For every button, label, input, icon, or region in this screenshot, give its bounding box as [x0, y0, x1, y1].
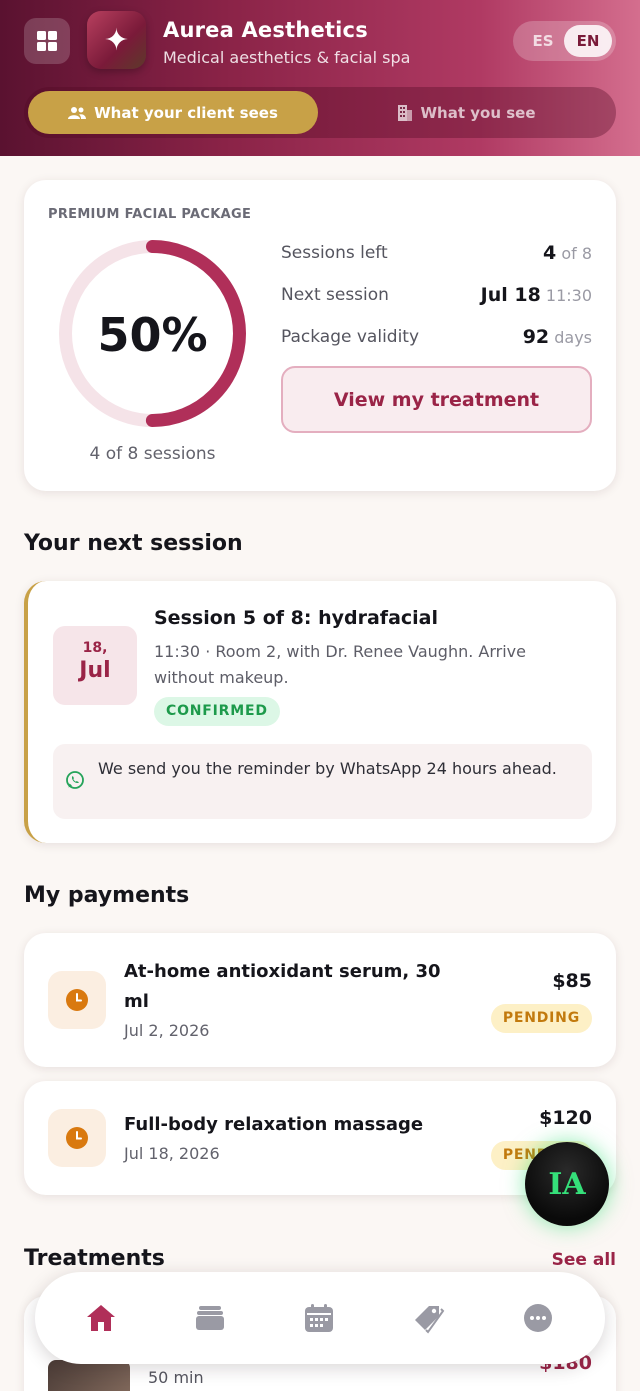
date-day: 18, [82, 640, 108, 656]
nav-home[interactable] [79, 1296, 123, 1340]
sparkle-icon: ✦ [103, 22, 130, 58]
clock-icon [66, 989, 88, 1011]
payments-title: My payments [24, 883, 190, 908]
menu-grid-button[interactable] [24, 18, 70, 64]
tags-icon [415, 1306, 445, 1334]
view-pro-tab[interactable]: What you see [320, 91, 612, 134]
validity-label: Package validity [281, 327, 420, 347]
next-session-label: Next session [281, 285, 389, 305]
payment-amount: $85 [552, 970, 592, 992]
date-box: 18, Jul [53, 626, 137, 705]
layers-icon [196, 1306, 224, 1330]
brand-title: Aurea Aesthetics [163, 18, 368, 42]
more-icon [524, 1304, 552, 1332]
next-session-value: Jul 18 11:30 [480, 284, 592, 306]
package-card: PREMIUM FACIAL PACKAGE 50% 4 of 8 sessio… [24, 180, 616, 491]
next-session-card[interactable]: 18, Jul Session 5 of 8: hydrafacial 11:3… [24, 581, 616, 843]
view-client-tab[interactable]: What your client sees [28, 91, 318, 134]
reminder-box: We send you the reminder by WhatsApp 24 … [53, 744, 592, 819]
language-toggle: ES EN [513, 21, 616, 61]
view-switch: What your client sees What you see [24, 87, 616, 138]
bottom-nav [35, 1272, 605, 1364]
see-all-link[interactable]: See all [552, 1250, 616, 1270]
brand-subtitle: Medical aesthetics & facial spa [163, 48, 411, 67]
view-treatment-button[interactable]: View my treatment [281, 366, 592, 433]
pending-clock-tile [48, 1109, 106, 1167]
treatment-duration: 50 min [148, 1368, 204, 1387]
progress-percent: 50% [97, 308, 208, 362]
payment-status-badge: PENDING [490, 1004, 592, 1033]
payment-date: Jul 18, 2026 [124, 1144, 220, 1163]
payment-title: Full-body relaxation massage [124, 1114, 424, 1135]
payment-date: Jul 2, 2026 [124, 1021, 210, 1040]
sessions-left-value: 4 of 8 [542, 242, 592, 264]
session-description: 11:30 · Room 2, with Dr. Renee Vaughn. A… [154, 642, 526, 687]
view-pro-label: What you see [420, 103, 536, 122]
treatment-thumbnail [48, 1360, 130, 1391]
status-badge: CONFIRMED [154, 697, 280, 726]
validity-value: 92 days [522, 326, 592, 348]
brand-logo: ✦ [87, 11, 146, 69]
payment-title: At-home antioxidant serum, 30 ml [124, 961, 441, 1012]
nav-more[interactable] [516, 1296, 560, 1340]
clock-icon [66, 1127, 88, 1149]
next-session-title: Your next session [24, 531, 243, 556]
lang-en-button[interactable]: EN [564, 25, 612, 57]
payment-card[interactable]: At-home antioxidant serum, 30 ml Jul 2, … [24, 933, 616, 1067]
ia-assistant-button[interactable]: IA [525, 1142, 609, 1226]
building-icon [397, 104, 412, 121]
nav-calendar[interactable] [297, 1296, 341, 1340]
payment-amount: $120 [539, 1107, 592, 1129]
reminder-text: We send you the reminder by WhatsApp 24 … [98, 759, 557, 778]
app-header: ✦ Aurea Aesthetics Medical aesthetics & … [0, 0, 640, 156]
pending-clock-tile [48, 971, 106, 1029]
sessions-left-label: Sessions left [281, 243, 388, 263]
progress-caption: 4 of 8 sessions [89, 444, 216, 464]
treatments-title: Treatments [24, 1246, 165, 1271]
whatsapp-icon [66, 771, 84, 789]
view-client-label: What your client sees [94, 103, 278, 122]
package-label: PREMIUM FACIAL PACKAGE [48, 207, 252, 222]
nav-packages[interactable] [188, 1296, 232, 1340]
session-title: Session 5 of 8: hydrafacial [154, 607, 438, 629]
nav-offers[interactable] [407, 1296, 451, 1340]
date-month: Jul [79, 658, 111, 683]
lang-es-button[interactable]: ES [523, 21, 563, 61]
calendar-icon [305, 1304, 333, 1332]
grid-icon [37, 31, 57, 51]
users-icon [68, 106, 87, 119]
home-icon [87, 1305, 115, 1331]
